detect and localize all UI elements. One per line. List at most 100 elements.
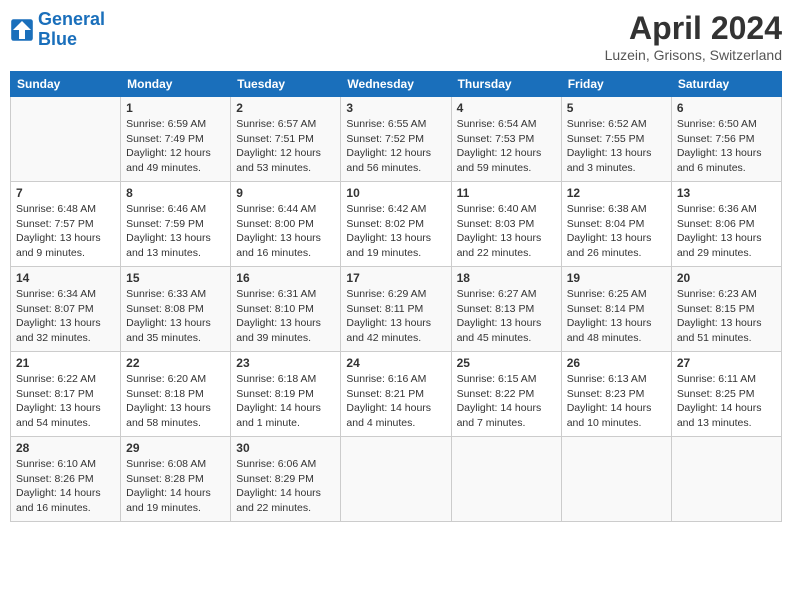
day-info: Sunrise: 6:54 AMSunset: 7:53 PMDaylight:… bbox=[457, 117, 556, 176]
day-cell bbox=[561, 437, 671, 522]
day-cell: 6Sunrise: 6:50 AMSunset: 7:56 PMDaylight… bbox=[671, 97, 781, 182]
day-cell: 29Sunrise: 6:08 AMSunset: 8:28 PMDayligh… bbox=[121, 437, 231, 522]
day-number: 24 bbox=[346, 356, 445, 370]
day-cell bbox=[451, 437, 561, 522]
col-sunday: Sunday bbox=[11, 72, 121, 97]
day-info: Sunrise: 6:25 AMSunset: 8:14 PMDaylight:… bbox=[567, 287, 666, 346]
day-cell: 24 Sunrise: 6:16 AMSunset: 8:21 PMDayligh… bbox=[341, 352, 451, 437]
day-cell: 27 Sunrise: 6:11 AMSunset: 8:25 PMDayligh… bbox=[671, 352, 781, 437]
day-info: Sunrise: 6:15 AMSunset: 8:22 PMDaylight:… bbox=[457, 372, 556, 431]
day-cell bbox=[11, 97, 121, 182]
calendar-table: Sunday Monday Tuesday Wednesday Thursday… bbox=[10, 71, 782, 522]
day-cell: 23 Sunrise: 6:18 AMSunset: 8:19 PMDayligh… bbox=[231, 352, 341, 437]
day-cell: 10Sunrise: 6:42 AMSunset: 8:02 PMDayligh… bbox=[341, 182, 451, 267]
day-number: 22 bbox=[126, 356, 225, 370]
logo: General Blue bbox=[10, 10, 105, 50]
day-info: Sunrise: 6:20 AMSunset: 8:18 PMDaylight:… bbox=[126, 372, 225, 431]
col-tuesday: Tuesday bbox=[231, 72, 341, 97]
logo-text: General Blue bbox=[38, 10, 105, 50]
day-info: Sunrise: 6:18 AMSunset: 8:19 PMDaylight:… bbox=[236, 372, 335, 431]
day-info: Sunrise: 6:59 AMSunset: 7:49 PMDaylight:… bbox=[126, 117, 225, 176]
day-info: Sunrise: 6:42 AMSunset: 8:02 PMDaylight:… bbox=[346, 202, 445, 261]
day-cell: 22 Sunrise: 6:20 AMSunset: 8:18 PMDayligh… bbox=[121, 352, 231, 437]
day-number: 25 bbox=[457, 356, 556, 370]
day-info: Sunrise: 6:34 AMSunset: 8:07 PMDaylight:… bbox=[16, 287, 115, 346]
day-number: 2 bbox=[236, 101, 335, 115]
day-cell bbox=[341, 437, 451, 522]
day-info: Sunrise: 6:55 AMSunset: 7:52 PMDaylight:… bbox=[346, 117, 445, 176]
day-number: 4 bbox=[457, 101, 556, 115]
week-row-3: 14Sunrise: 6:34 AMSunset: 8:07 PMDayligh… bbox=[11, 267, 782, 352]
day-cell: 19 Sunrise: 6:25 AMSunset: 8:14 PMDayligh… bbox=[561, 267, 671, 352]
title-block: April 2024 Luzein, Grisons, Switzerland bbox=[605, 10, 782, 63]
day-number: 17 bbox=[346, 271, 445, 285]
col-saturday: Saturday bbox=[671, 72, 781, 97]
week-row-1: 1 Sunrise: 6:59 AMSunset: 7:49 PMDaylight… bbox=[11, 97, 782, 182]
day-number: 27 bbox=[677, 356, 776, 370]
page: General Blue April 2024 Luzein, Grisons,… bbox=[0, 0, 792, 612]
day-cell: 26 Sunrise: 6:13 AMSunset: 8:23 PMDayligh… bbox=[561, 352, 671, 437]
day-cell: 9Sunrise: 6:44 AMSunset: 8:00 PMDaylight… bbox=[231, 182, 341, 267]
day-info: Sunrise: 6:06 AMSunset: 8:29 PMDaylight:… bbox=[236, 457, 335, 516]
day-number: 18 bbox=[457, 271, 556, 285]
day-number: 12 bbox=[567, 186, 666, 200]
col-wednesday: Wednesday bbox=[341, 72, 451, 97]
day-cell: 14Sunrise: 6:34 AMSunset: 8:07 PMDayligh… bbox=[11, 267, 121, 352]
day-info: Sunrise: 6:46 AMSunset: 7:59 PMDaylight:… bbox=[126, 202, 225, 261]
day-cell: 8 Sunrise: 6:46 AMSunset: 7:59 PMDaylight… bbox=[121, 182, 231, 267]
day-info: Sunrise: 6:48 AMSunset: 7:57 PMDaylight:… bbox=[16, 202, 115, 261]
day-number: 7 bbox=[16, 186, 115, 200]
day-cell: 18 Sunrise: 6:27 AMSunset: 8:13 PMDayligh… bbox=[451, 267, 561, 352]
header-row: Sunday Monday Tuesday Wednesday Thursday… bbox=[11, 72, 782, 97]
day-number: 13 bbox=[677, 186, 776, 200]
day-info: Sunrise: 6:29 AMSunset: 8:11 PMDaylight:… bbox=[346, 287, 445, 346]
day-info: Sunrise: 6:44 AMSunset: 8:00 PMDaylight:… bbox=[236, 202, 335, 261]
day-number: 11 bbox=[457, 186, 556, 200]
logo-icon bbox=[10, 18, 34, 42]
day-cell: 30 Sunrise: 6:06 AMSunset: 8:29 PMDayligh… bbox=[231, 437, 341, 522]
day-number: 28 bbox=[16, 441, 115, 455]
day-cell: 20Sunrise: 6:23 AMSunset: 8:15 PMDayligh… bbox=[671, 267, 781, 352]
day-number: 8 bbox=[126, 186, 225, 200]
day-cell: 5Sunrise: 6:52 AMSunset: 7:55 PMDaylight… bbox=[561, 97, 671, 182]
day-number: 20 bbox=[677, 271, 776, 285]
col-monday: Monday bbox=[121, 72, 231, 97]
day-info: Sunrise: 6:11 AMSunset: 8:25 PMDaylight:… bbox=[677, 372, 776, 431]
col-friday: Friday bbox=[561, 72, 671, 97]
day-info: Sunrise: 6:33 AMSunset: 8:08 PMDaylight:… bbox=[126, 287, 225, 346]
day-number: 1 bbox=[126, 101, 225, 115]
day-cell: 28Sunrise: 6:10 AMSunset: 8:26 PMDayligh… bbox=[11, 437, 121, 522]
week-row-4: 21Sunrise: 6:22 AMSunset: 8:17 PMDayligh… bbox=[11, 352, 782, 437]
day-info: Sunrise: 6:31 AMSunset: 8:10 PMDaylight:… bbox=[236, 287, 335, 346]
day-number: 16 bbox=[236, 271, 335, 285]
day-info: Sunrise: 6:08 AMSunset: 8:28 PMDaylight:… bbox=[126, 457, 225, 516]
day-number: 6 bbox=[677, 101, 776, 115]
week-row-5: 28Sunrise: 6:10 AMSunset: 8:26 PMDayligh… bbox=[11, 437, 782, 522]
day-number: 30 bbox=[236, 441, 335, 455]
header: General Blue April 2024 Luzein, Grisons,… bbox=[10, 10, 782, 63]
day-cell: 7 Sunrise: 6:48 AMSunset: 7:57 PMDaylight… bbox=[11, 182, 121, 267]
location: Luzein, Grisons, Switzerland bbox=[605, 47, 782, 63]
day-cell: 12 Sunrise: 6:38 AMSunset: 8:04 PMDayligh… bbox=[561, 182, 671, 267]
logo-line2: Blue bbox=[38, 29, 77, 49]
day-info: Sunrise: 6:38 AMSunset: 8:04 PMDaylight:… bbox=[567, 202, 666, 261]
day-number: 19 bbox=[567, 271, 666, 285]
day-info: Sunrise: 6:27 AMSunset: 8:13 PMDaylight:… bbox=[457, 287, 556, 346]
day-cell bbox=[671, 437, 781, 522]
day-info: Sunrise: 6:57 AMSunset: 7:51 PMDaylight:… bbox=[236, 117, 335, 176]
day-info: Sunrise: 6:16 AMSunset: 8:21 PMDaylight:… bbox=[346, 372, 445, 431]
day-number: 5 bbox=[567, 101, 666, 115]
day-cell: 16 Sunrise: 6:31 AMSunset: 8:10 PMDayligh… bbox=[231, 267, 341, 352]
day-info: Sunrise: 6:36 AMSunset: 8:06 PMDaylight:… bbox=[677, 202, 776, 261]
month-title: April 2024 bbox=[605, 10, 782, 47]
col-thursday: Thursday bbox=[451, 72, 561, 97]
day-number: 23 bbox=[236, 356, 335, 370]
week-row-2: 7 Sunrise: 6:48 AMSunset: 7:57 PMDaylight… bbox=[11, 182, 782, 267]
day-cell: 17 Sunrise: 6:29 AMSunset: 8:11 PMDayligh… bbox=[341, 267, 451, 352]
day-cell: 4 Sunrise: 6:54 AMSunset: 7:53 PMDaylight… bbox=[451, 97, 561, 182]
day-info: Sunrise: 6:13 AMSunset: 8:23 PMDaylight:… bbox=[567, 372, 666, 431]
day-number: 26 bbox=[567, 356, 666, 370]
day-cell: 13 Sunrise: 6:36 AMSunset: 8:06 PMDayligh… bbox=[671, 182, 781, 267]
day-number: 15 bbox=[126, 271, 225, 285]
day-cell: 25 Sunrise: 6:15 AMSunset: 8:22 PMDayligh… bbox=[451, 352, 561, 437]
